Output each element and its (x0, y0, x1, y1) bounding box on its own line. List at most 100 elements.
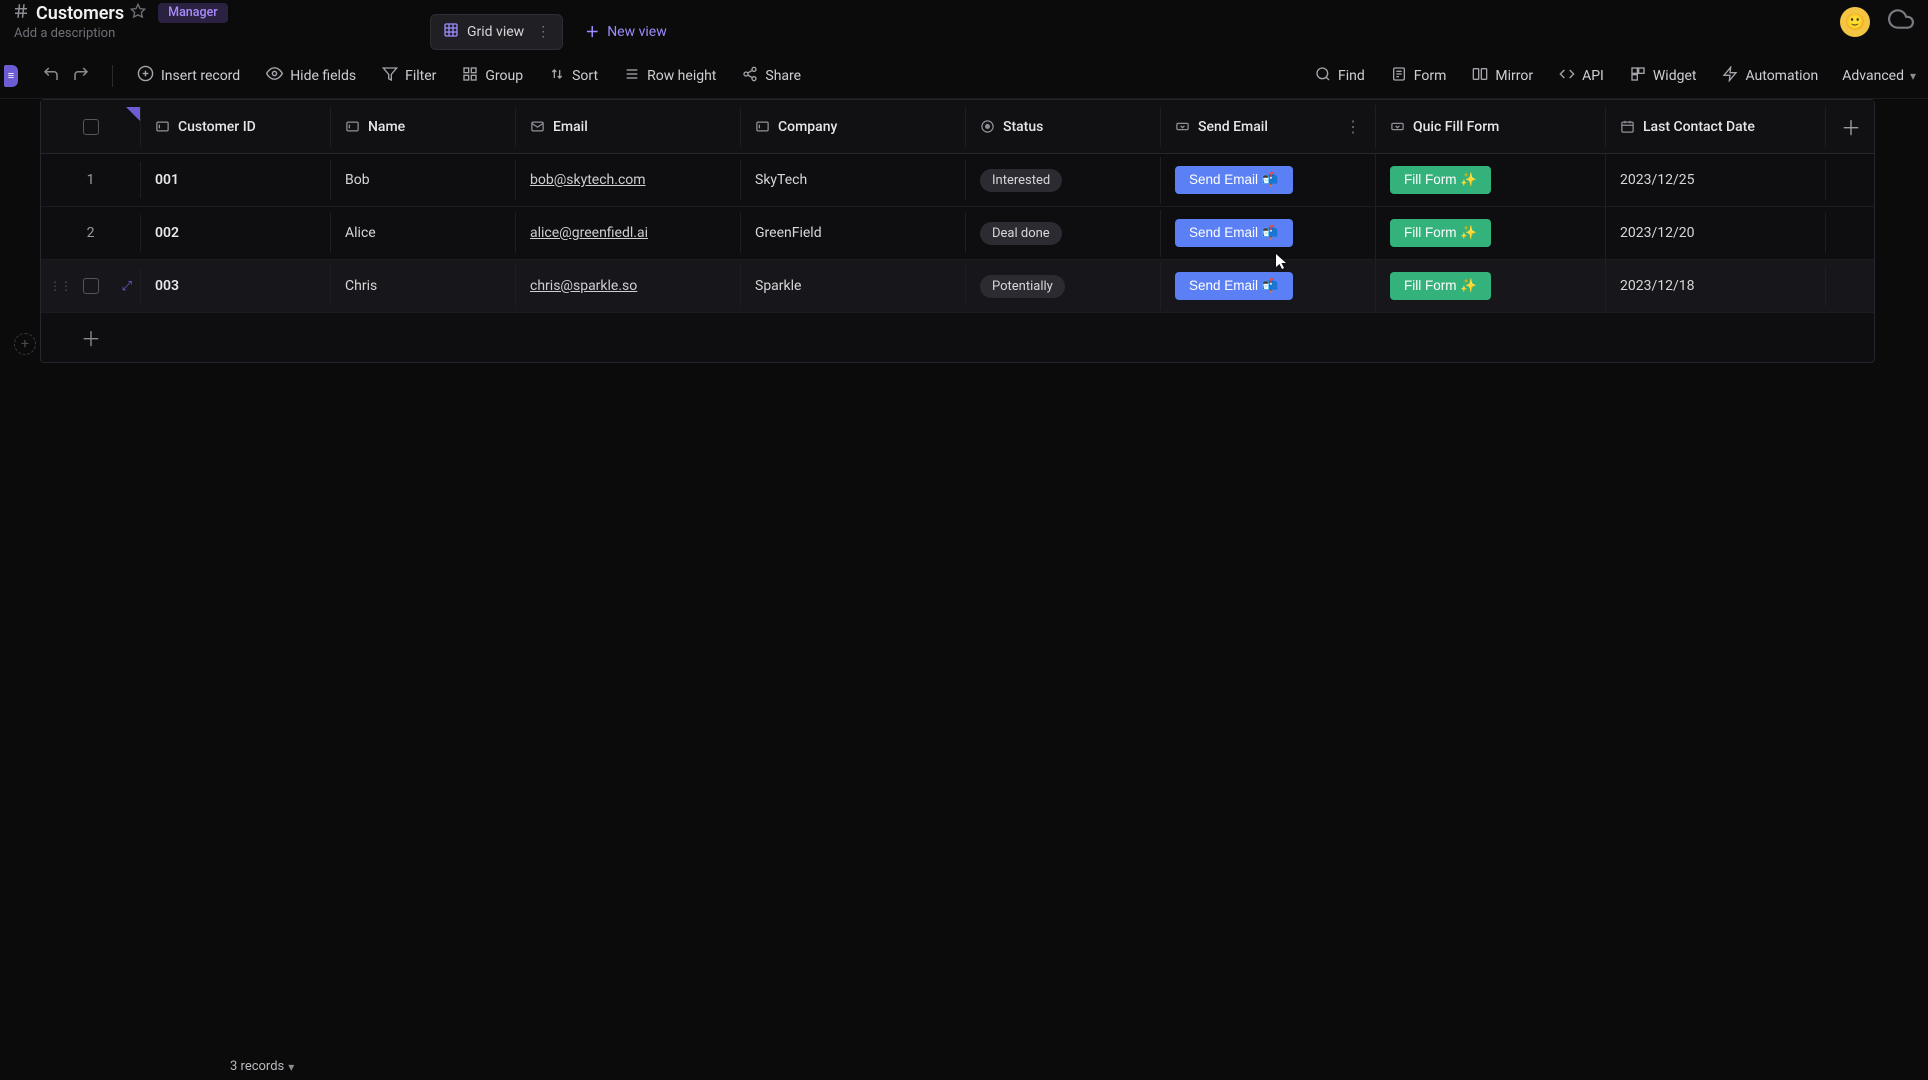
share-icon (742, 66, 758, 86)
cell-last-contact[interactable]: 2023/12/25 (1606, 160, 1826, 200)
redo-icon[interactable] (72, 65, 90, 87)
mirror-icon (1472, 66, 1488, 86)
column-header-name[interactable]: Name (331, 107, 516, 147)
cell-customer-id[interactable]: 001 (141, 160, 331, 200)
description-placeholder[interactable]: Add a description (14, 26, 228, 41)
expand-record-icon[interactable]: ⤢ (122, 279, 132, 294)
add-row-button[interactable]: ＋ (41, 313, 1874, 362)
form-label: Form (1414, 68, 1447, 84)
drag-handle-icon[interactable]: ⋮⋮ (49, 279, 71, 293)
cloud-sync-icon[interactable] (1888, 6, 1914, 37)
row-checkbox[interactable] (83, 278, 99, 294)
add-column-button[interactable]: ＋ (1826, 100, 1876, 153)
fill-form-button[interactable]: Fill Form ✨ (1390, 166, 1491, 194)
column-label: Send Email (1198, 119, 1268, 135)
record-count[interactable]: 3 records (230, 1059, 284, 1074)
column-label: Company (778, 119, 837, 135)
view-tab-more-icon[interactable]: ⋮ (536, 24, 550, 40)
column-label: Last Contact Date (1643, 119, 1755, 135)
column-header-status[interactable]: Status (966, 107, 1161, 147)
text-field-icon (755, 119, 770, 134)
cell-send-email: Send Email 📬 (1161, 154, 1376, 206)
cell-company[interactable]: GreenField (741, 213, 966, 253)
toolbar-divider (112, 65, 113, 87)
column-label: Email (553, 119, 588, 135)
cell-last-contact[interactable]: 2023/12/18 (1606, 266, 1826, 306)
advanced-button[interactable]: Advanced ▾ (1842, 68, 1916, 84)
api-icon (1559, 66, 1575, 86)
cell-status[interactable]: Interested (966, 157, 1161, 204)
share-label: Share (765, 68, 801, 84)
group-icon (462, 66, 478, 86)
button-field-icon (1175, 119, 1190, 134)
column-header-fill-form[interactable]: Quic Fill Form (1376, 107, 1606, 147)
send-email-button[interactable]: Send Email 📬 (1175, 219, 1293, 247)
column-label: Quic Fill Form (1413, 119, 1499, 135)
cell-status[interactable]: Deal done (966, 210, 1161, 257)
cell-email[interactable]: alice@greenfiedl.ai (516, 213, 741, 253)
cell-email[interactable]: chris@sparkle.so (516, 266, 741, 306)
fill-form-button[interactable]: Fill Form ✨ (1390, 272, 1491, 300)
view-tab-grid[interactable]: Grid view ⋮ (430, 14, 563, 50)
sort-label: Sort (572, 68, 598, 84)
table-header-row: Customer ID Name Email Company Status Se… (41, 100, 1874, 154)
ghost-add-row-icon[interactable]: + (14, 333, 36, 355)
column-header-email[interactable]: Email (516, 107, 741, 147)
table-row[interactable]: 2 002 Alice alice@greenfiedl.ai GreenFie… (41, 207, 1874, 260)
plus-icon: ＋ (585, 22, 599, 42)
find-button[interactable]: Find (1313, 62, 1367, 90)
new-view-button[interactable]: ＋ New view (573, 15, 679, 49)
send-email-button[interactable]: Send Email 📬 (1175, 166, 1293, 194)
cell-name[interactable]: Alice (331, 213, 516, 253)
cell-company[interactable]: Sparkle (741, 266, 966, 306)
cell-company[interactable]: SkyTech (741, 160, 966, 200)
cell-email[interactable]: bob@skytech.com (516, 160, 741, 200)
avatar[interactable]: 🙂 (1840, 7, 1870, 37)
cell-fill-form: Fill Form ✨ (1376, 260, 1606, 312)
filter-icon (382, 66, 398, 86)
form-button[interactable]: Form (1389, 62, 1449, 90)
page-title: Customers (36, 3, 124, 24)
side-panel-toggle[interactable]: ≡ (4, 65, 18, 87)
api-label: API (1582, 68, 1604, 84)
column-header-last-contact[interactable]: Last Contact Date (1606, 107, 1826, 147)
insert-record-button[interactable]: Insert record (135, 61, 242, 90)
mirror-label: Mirror (1495, 68, 1533, 84)
mirror-button[interactable]: Mirror (1470, 62, 1535, 90)
send-email-button[interactable]: Send Email 📬 (1175, 272, 1293, 300)
sort-button[interactable]: Sort (547, 62, 600, 90)
undo-icon[interactable] (42, 65, 60, 87)
filter-label: Filter (405, 68, 436, 84)
widget-label: Widget (1653, 68, 1697, 84)
select-icon (980, 119, 995, 134)
group-button[interactable]: Group (460, 62, 525, 90)
row-number: 1 (85, 172, 97, 188)
row-number: 2 (85, 225, 97, 241)
cell-name[interactable]: Chris (331, 266, 516, 306)
column-header-send-email[interactable]: Send Email ⋮ (1161, 105, 1376, 148)
fill-form-button[interactable]: Fill Form ✨ (1390, 219, 1491, 247)
column-header-company[interactable]: Company (741, 107, 966, 147)
cell-customer-id[interactable]: 003 (141, 266, 331, 306)
hide-fields-button[interactable]: Hide fields (264, 61, 358, 90)
row-height-button[interactable]: Row height (622, 62, 718, 90)
column-header-customer-id[interactable]: Customer ID (141, 107, 331, 147)
form-icon (1391, 66, 1407, 86)
automation-button[interactable]: Automation (1720, 62, 1820, 90)
column-more-icon[interactable]: ⋮ (1345, 117, 1361, 136)
filter-button[interactable]: Filter (380, 62, 438, 90)
api-button[interactable]: API (1557, 62, 1606, 90)
email-icon (530, 119, 545, 134)
cell-status[interactable]: Potentially (966, 263, 1161, 310)
widget-button[interactable]: Widget (1628, 62, 1699, 90)
text-field-icon (345, 119, 360, 134)
cell-last-contact[interactable]: 2023/12/20 (1606, 213, 1826, 253)
share-button[interactable]: Share (740, 62, 803, 90)
table-row[interactable]: ⋮⋮ ⤢ 003 Chris chris@sparkle.so Sparkle … (41, 260, 1874, 313)
select-all-checkbox[interactable] (83, 119, 99, 135)
cell-customer-id[interactable]: 002 (141, 213, 331, 253)
table-row[interactable]: 1 001 Bob bob@skytech.com SkyTech Intere… (41, 154, 1874, 207)
star-icon[interactable] (130, 3, 146, 23)
cell-name[interactable]: Bob (331, 160, 516, 200)
row-height-label: Row height (647, 68, 716, 84)
